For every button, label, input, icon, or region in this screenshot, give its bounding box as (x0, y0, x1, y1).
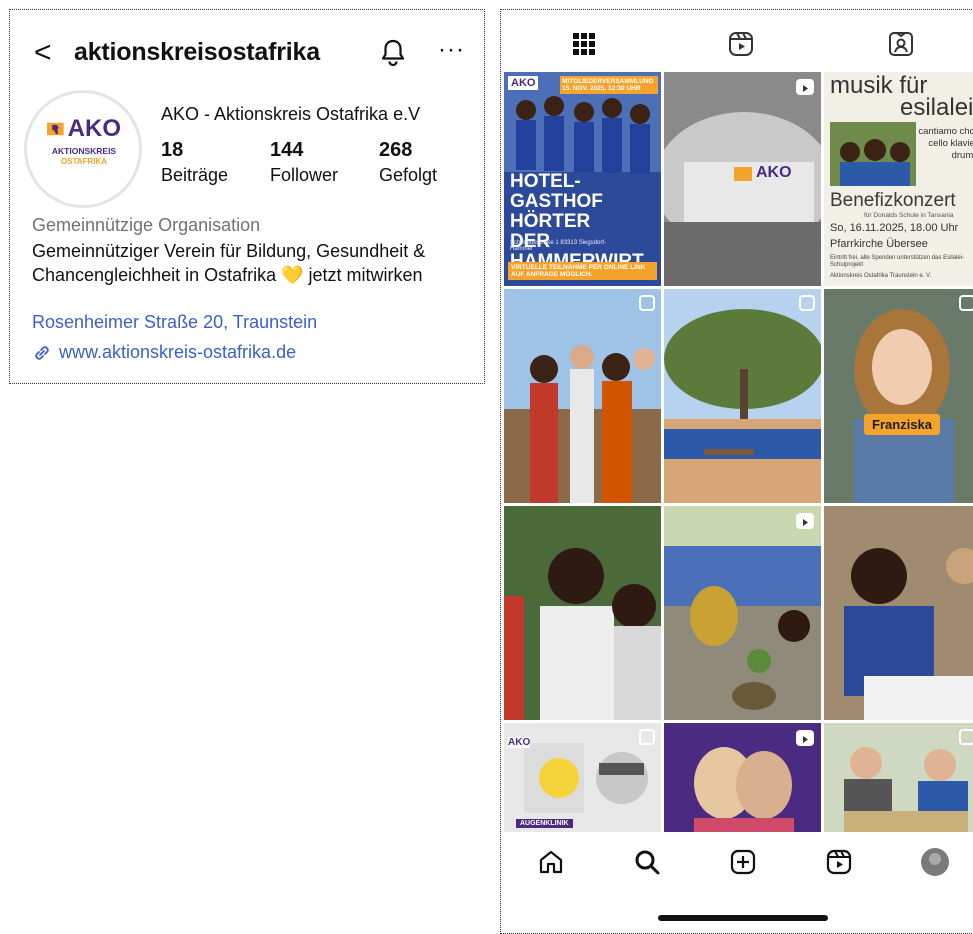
post-subtitle: für Donalds Schule in Tansania (864, 212, 954, 219)
back-button[interactable]: < (34, 38, 52, 68)
profile-avatar[interactable]: AKO AKTIONSKREIS OSTAFRIKA (24, 90, 142, 208)
profile-full-name: AKO - Aktionskreis Ostafrika e.V (161, 104, 421, 124)
reel-icon (796, 513, 814, 529)
tagged-icon (889, 32, 913, 56)
post-tile-2[interactable]: AKO (664, 72, 821, 286)
post-logo: AKO (756, 164, 792, 181)
top-bar: < aktionskreisostafrika ··· (10, 34, 484, 74)
post-tile-1[interactable]: AKO MITGLIEDERVERSAMMLUNG 15. NOV. 2025,… (504, 72, 661, 286)
reel-icon (796, 730, 814, 746)
link-icon (35, 345, 49, 360)
reels-icon[interactable] (819, 842, 859, 882)
post-tile-6[interactable]: Franziska (824, 289, 973, 503)
multi-post-icon (639, 295, 655, 311)
home-indicator (658, 915, 828, 921)
post-photo (504, 289, 661, 503)
post-tile-7[interactable] (504, 506, 661, 720)
bell-icon[interactable] (380, 38, 406, 71)
logo-text: AKO (67, 115, 121, 142)
post-label: Franziska (864, 414, 940, 435)
post-photo (824, 506, 973, 720)
stat-label: Beiträge (161, 165, 229, 185)
post-photo (824, 289, 973, 503)
profile-bio: Gemeinnütziger Verein für Bildung, Gesun… (32, 241, 426, 285)
post-line2: esilalei (900, 94, 973, 121)
multi-post-icon (959, 295, 973, 311)
ako-logo: AKO AKTIONSKREIS OSTAFRIKA (47, 115, 121, 166)
stat-number: 18 (161, 139, 184, 161)
home-icon[interactable] (531, 842, 571, 882)
post-note: Eintritt frei, alle Spenden unterstützen… (830, 255, 965, 268)
search-icon[interactable] (627, 842, 667, 882)
post-org: Aktionskreis Ostafrika Traunstein e. V. (830, 273, 932, 279)
post-tile-8[interactable] (664, 506, 821, 720)
following-count[interactable]: 268 Gefolgt (379, 139, 437, 186)
post-photo (664, 506, 821, 720)
bottom-navigation (501, 832, 973, 892)
profile-header-panel: < aktionskreisostafrika ··· AKO AKTIONSK… (9, 9, 485, 384)
followers-count[interactable]: 144 Follower (270, 139, 338, 186)
posts-grid: AKO MITGLIEDERVERSAMMLUNG 15. NOV. 2025,… (504, 72, 973, 832)
post-logo: AKO (508, 76, 539, 90)
post-photo (830, 122, 916, 186)
grid-icon (573, 33, 595, 55)
multi-post-icon (799, 295, 815, 311)
tab-reels[interactable] (711, 20, 771, 68)
more-options-button[interactable]: ··· (438, 36, 465, 64)
post-performers: cantiamo chor cello klavier drums (918, 126, 973, 161)
website-link[interactable]: www.aktionskreis-ostafrika.de (32, 342, 296, 363)
post-label: AUGENKLINIK (516, 819, 573, 828)
profile-grid-panel: AKO MITGLIEDERVERSAMMLUNG 15. NOV. 2025,… (500, 9, 973, 934)
post-tile-4[interactable] (504, 289, 661, 503)
post-photo (824, 723, 973, 832)
multi-post-icon (959, 729, 973, 745)
post-title: HOTEL-GASTHOF HÖRTER DER HAMMERWIRT (510, 171, 644, 272)
post-tile-11[interactable] (664, 723, 821, 832)
post-tile-12[interactable] (824, 723, 973, 832)
website-text: www.aktionskreis-ostafrika.de (59, 342, 297, 362)
post-tile-5[interactable] (664, 289, 821, 503)
post-date: So, 16.11.2025, 18.00 Uhr (830, 222, 959, 234)
stat-number: 268 (379, 139, 413, 161)
logo-line2: OSTAFRIKA (60, 157, 108, 166)
post-venue: Pfarrkirche Übersee (830, 238, 928, 250)
profile-tabs (501, 20, 973, 80)
reels-icon (729, 32, 753, 56)
profile-category: Gemeinnützige Organisation (32, 215, 261, 235)
post-address: Schmiedestraße 1 83313 Siegsdorf-Hammer (510, 240, 607, 252)
posts-count[interactable]: 18 Beiträge (161, 139, 228, 186)
post-footer: VIRTUELLE TEILNAHME PER ONLINE LINK AUF … (508, 262, 657, 280)
tab-tagged[interactable] (871, 20, 931, 68)
create-icon[interactable] (723, 842, 763, 882)
post-photo (504, 506, 661, 720)
stat-number: 144 (270, 139, 304, 161)
post-photo (664, 289, 821, 503)
logo-line1: AKTIONSKREIS (51, 146, 117, 156)
post-tile-3[interactable]: musik für esilalei cantiamo chor cello k… (824, 72, 973, 286)
profile-address-link[interactable]: Rosenheimer Straße 20, Traunstein (32, 312, 317, 333)
tab-posts-grid[interactable] (554, 20, 614, 68)
profile-avatar[interactable] (915, 842, 955, 882)
post-tile-9[interactable] (824, 506, 973, 720)
post-title: Benefizkonzert (830, 190, 956, 211)
username-title: aktionskreisostafrika (74, 38, 320, 66)
stat-label: Gefolgt (379, 165, 438, 185)
reel-icon (796, 79, 814, 95)
post-photo (664, 72, 821, 286)
stat-label: Follower (270, 165, 339, 185)
post-banner: MITGLIEDERVERSAMMLUNG 15. NOV. 2025, 12:… (560, 76, 658, 94)
post-tile-10[interactable]: AKO AUGENKLINIK (504, 723, 661, 832)
multi-post-icon (639, 729, 655, 745)
post-logo: AKO (508, 737, 531, 748)
